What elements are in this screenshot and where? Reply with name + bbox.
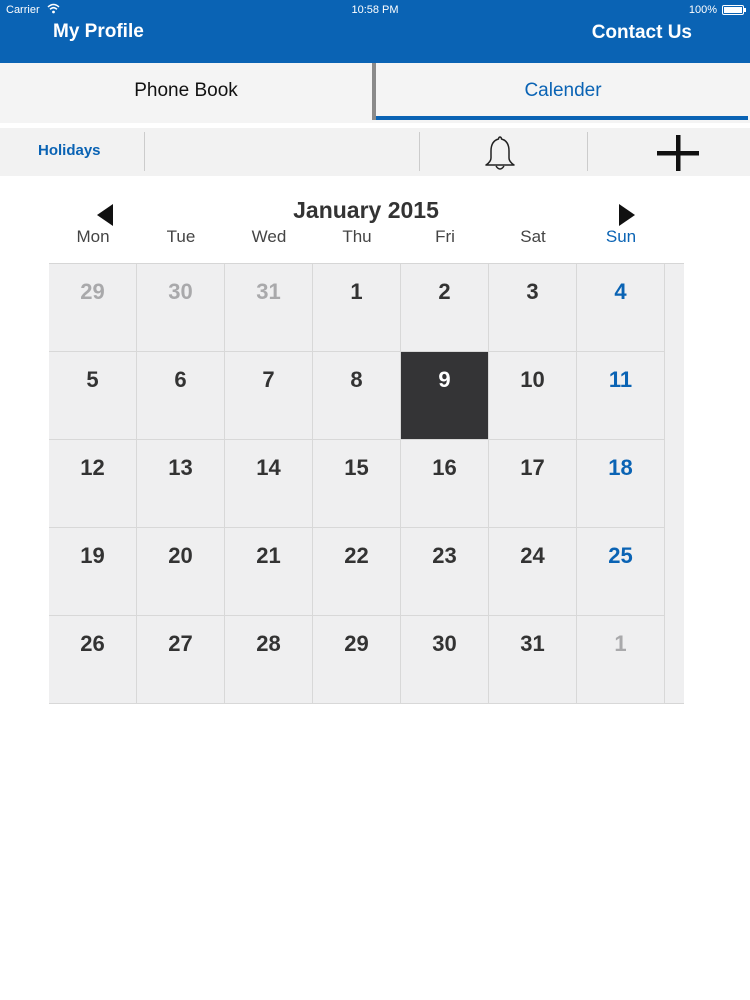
calendar-day-cell[interactable]: 25 — [577, 528, 665, 616]
calendar-day-cell[interactable]: 3 — [489, 264, 577, 352]
weekday-label: Wed — [251, 227, 287, 246]
day-number: 26 — [80, 631, 105, 656]
weekday-label: Tue — [166, 227, 196, 246]
calendar-day-cell[interactable]: 13 — [137, 440, 225, 528]
day-number: 6 — [174, 367, 187, 392]
day-number: 7 — [262, 367, 275, 392]
calendar-day-cell[interactable]: 27 — [137, 616, 225, 704]
day-number: 10 — [520, 367, 545, 392]
nav-bar: My Profile Contact Us — [0, 20, 750, 63]
bell-icon[interactable] — [480, 134, 520, 172]
calendar-day-cell[interactable]: 22 — [313, 528, 401, 616]
day-number: 30 — [168, 279, 193, 304]
day-number: 29 — [344, 631, 369, 656]
day-number: 1 — [350, 279, 363, 304]
day-number: 1 — [614, 631, 627, 656]
calendar-day-cell[interactable]: 26 — [49, 616, 137, 704]
day-number: 13 — [168, 455, 193, 480]
day-number: 21 — [256, 543, 281, 568]
calendar-grid: 29 30 31 1 2 3 4 5 6 7 8 9 10 11 12 13 14 15 16 17 18 19 20 21 2… — [49, 263, 684, 704]
tab-calender[interactable]: Calender — [376, 63, 750, 123]
calendar-day-cell[interactable]: 29 — [49, 264, 137, 352]
calendar-day-cell[interactable]: 31 — [225, 264, 313, 352]
calendar-day-cell[interactable]: 20 — [137, 528, 225, 616]
day-number: 28 — [256, 631, 281, 656]
calendar-day-cell[interactable]: 10 — [489, 352, 577, 440]
calendar-day-cell[interactable]: 12 — [49, 440, 137, 528]
calendar-day-cell[interactable]: 23 — [401, 528, 489, 616]
day-number: 19 — [80, 543, 105, 568]
active-tab-indicator — [376, 116, 748, 120]
toolbar-divider — [419, 132, 420, 171]
previous-month-icon[interactable] — [97, 204, 113, 226]
weekday-label: Mon — [76, 227, 110, 246]
day-number: 20 — [168, 543, 193, 568]
day-number: 18 — [608, 455, 633, 480]
contact-us-button[interactable]: Contact Us — [592, 22, 692, 44]
weekday-label: Sat — [520, 227, 546, 246]
day-number: 9 — [438, 367, 451, 392]
day-number: 8 — [350, 367, 363, 392]
calendar-day-cell[interactable]: 16 — [401, 440, 489, 528]
calendar-day-cell[interactable]: 30 — [137, 264, 225, 352]
day-number: 31 — [520, 631, 545, 656]
toolbar-divider — [144, 132, 145, 171]
holidays-button[interactable]: Holidays — [38, 142, 101, 159]
calendar-day-cell[interactable]: 24 — [489, 528, 577, 616]
calendar-day-cell[interactable]: 29 — [313, 616, 401, 704]
calendar-day-cell[interactable]: 2 — [401, 264, 489, 352]
calendar-toolbar: Holidays — [0, 128, 750, 176]
my-profile-button[interactable]: My Profile — [53, 21, 144, 43]
day-number: 3 — [526, 279, 539, 304]
day-number: 15 — [344, 455, 369, 480]
tab-calender-label: Calender — [524, 80, 602, 101]
battery-percent: 100% — [688, 4, 717, 16]
calendar-day-cell[interactable]: 1 — [313, 264, 401, 352]
clock: 10:58 PM — [351, 4, 399, 16]
status-bar: Carrier 10:58 PM 100% — [0, 0, 750, 20]
weekday-label: Sun — [605, 227, 637, 246]
segment-tabs: Phone Book Calender — [0, 63, 750, 123]
day-number: 31 — [256, 279, 281, 304]
calendar-day-cell[interactable]: 5 — [49, 352, 137, 440]
calendar-day-cell[interactable]: 1 — [577, 616, 665, 704]
toolbar-divider — [587, 132, 588, 171]
day-number: 27 — [168, 631, 193, 656]
battery-icon — [722, 5, 746, 15]
day-number: 5 — [86, 367, 99, 392]
day-number: 30 — [432, 631, 457, 656]
calendar-day-cell[interactable]: 8 — [313, 352, 401, 440]
calendar-day-cell[interactable]: 18 — [577, 440, 665, 528]
calendar-day-cell[interactable]: 15 — [313, 440, 401, 528]
day-number: 11 — [608, 367, 633, 392]
day-number: 29 — [80, 279, 105, 304]
calendar-day-cell[interactable]: 6 — [137, 352, 225, 440]
day-number: 12 — [80, 455, 105, 480]
weekday-label: Thu — [342, 227, 372, 246]
day-number: 16 — [432, 455, 457, 480]
calendar-day-cell[interactable]: 7 — [225, 352, 313, 440]
day-number: 24 — [520, 543, 545, 568]
calendar-day-cell[interactable]: 30 — [401, 616, 489, 704]
calendar-day-cell[interactable]: 9 — [401, 352, 489, 440]
day-number: 22 — [344, 543, 369, 568]
next-month-icon[interactable] — [619, 204, 635, 226]
calendar-day-cell[interactable]: 21 — [225, 528, 313, 616]
calendar-day-cell[interactable]: 14 — [225, 440, 313, 528]
calendar-day-cell[interactable]: 17 — [489, 440, 577, 528]
day-number: 23 — [432, 543, 457, 568]
tab-phone-book[interactable]: Phone Book — [0, 63, 372, 123]
day-number: 2 — [438, 279, 451, 304]
calendar-day-cell[interactable]: 4 — [577, 264, 665, 352]
calendar-day-cell[interactable]: 31 — [489, 616, 577, 704]
calendar-day-cell[interactable]: 11 — [577, 352, 665, 440]
weekday-label: Fri — [435, 227, 455, 246]
calendar-day-cell[interactable]: 28 — [225, 616, 313, 704]
plus-icon[interactable] — [655, 133, 701, 173]
calendar-day-cell[interactable]: 19 — [49, 528, 137, 616]
day-number: 25 — [608, 543, 633, 568]
day-number: 4 — [614, 279, 627, 304]
day-number: 17 — [520, 455, 545, 480]
day-number: 14 — [256, 455, 281, 480]
